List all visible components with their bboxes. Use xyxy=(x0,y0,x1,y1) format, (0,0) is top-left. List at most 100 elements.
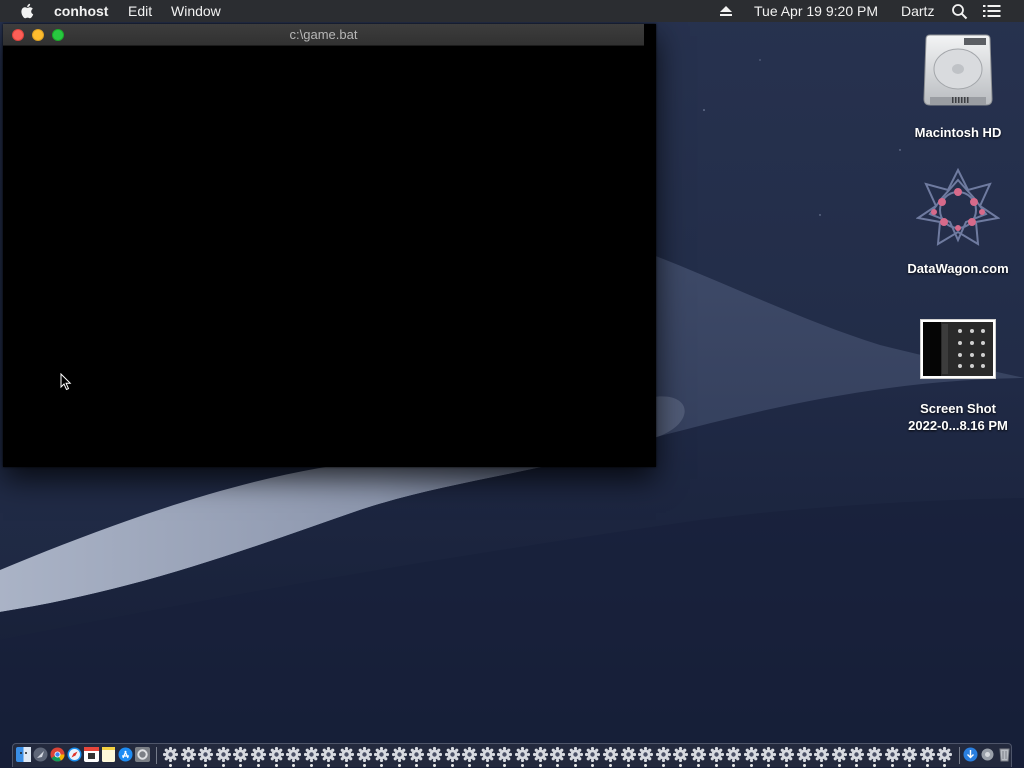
console-window-gear-icon[interactable] xyxy=(427,747,442,762)
dock-separator xyxy=(156,747,157,764)
console-window-gear-icon[interactable] xyxy=(655,747,671,762)
console-window-gear-icon[interactable] xyxy=(603,747,618,762)
window-title: c:\game.bat xyxy=(289,27,358,42)
menubar-clock[interactable]: Tue Apr 19 9:20 PM xyxy=(754,3,878,19)
console-output-area[interactable] xyxy=(3,46,656,467)
console-window-gear-icon[interactable] xyxy=(462,747,478,762)
console-window-gear-icon[interactable] xyxy=(303,747,319,762)
console-window-gear-icon[interactable] xyxy=(497,747,513,762)
finder-icon[interactable] xyxy=(16,747,31,762)
running-indicator xyxy=(292,764,296,767)
notification-center-icon[interactable] xyxy=(983,4,1001,18)
console-window-gear-icon[interactable] xyxy=(268,747,284,762)
hard-drive-icon xyxy=(923,34,993,106)
trash-icon[interactable] xyxy=(997,747,1012,762)
console-window-gear-icon[interactable] xyxy=(919,747,935,762)
console-window-gear-icon[interactable] xyxy=(779,747,794,762)
applications-icon[interactable] xyxy=(980,747,995,762)
console-window-gear-icon[interactable] xyxy=(620,747,636,762)
console-window-gear-icon[interactable] xyxy=(444,747,460,762)
console-window-gear-icon[interactable] xyxy=(198,747,214,762)
spotlight-search-icon[interactable] xyxy=(951,3,968,20)
menu-bar: conhost Edit Window Tue Apr 19 9:20 PM D… xyxy=(0,0,1024,22)
console-window-gear-icon[interactable] xyxy=(286,747,302,762)
console-window-gear-icon[interactable] xyxy=(515,747,530,762)
running-indicator xyxy=(468,764,472,767)
safari-icon[interactable] xyxy=(67,747,82,762)
console-window-gear-icon[interactable] xyxy=(479,747,495,762)
running-indicator xyxy=(679,764,683,767)
console-window-gear-icon[interactable] xyxy=(708,747,724,762)
console-window-gear-icon[interactable] xyxy=(567,747,583,762)
running-indicator xyxy=(873,764,876,767)
console-window-gear-icon[interactable] xyxy=(321,747,337,762)
app-store-icon[interactable] xyxy=(118,747,133,762)
console-window-gear-icon[interactable] xyxy=(215,747,231,762)
console-window-gear-icon[interactable] xyxy=(673,747,689,762)
menubar-user[interactable]: Dartz xyxy=(901,3,934,19)
system-preferences-icon[interactable] xyxy=(135,747,150,762)
running-indicator xyxy=(802,764,806,767)
eject-icon[interactable] xyxy=(719,4,733,18)
running-indicator xyxy=(380,764,384,767)
desktop-icon-label: Screen Shot 2022-0...8.16 PM xyxy=(908,401,1008,433)
running-indicator xyxy=(732,764,736,767)
running-indicator xyxy=(837,764,841,767)
running-indicator xyxy=(855,764,859,767)
console-window-gear-icon[interactable] xyxy=(550,747,566,762)
console-window-gear-icon[interactable] xyxy=(814,747,830,762)
running-indicator xyxy=(749,764,753,767)
console-window-gear-icon[interactable] xyxy=(884,747,900,762)
console-window-gear-icon[interactable] xyxy=(867,747,882,762)
running-indicator xyxy=(609,764,612,767)
console-window-gear-icon[interactable] xyxy=(251,747,266,762)
console-window-gear-icon[interactable] xyxy=(638,747,654,762)
menu-window[interactable]: Window xyxy=(171,3,221,19)
downloads-icon[interactable] xyxy=(963,747,978,762)
app-menu-conhost[interactable]: conhost xyxy=(54,3,108,19)
running-indicator xyxy=(239,764,243,767)
console-window-gear-icon[interactable] xyxy=(796,747,812,762)
calendar-icon[interactable] xyxy=(84,747,99,762)
console-window-gear-icon[interactable] xyxy=(761,747,777,762)
running-indicator xyxy=(573,764,577,767)
terminal-window[interactable]: c:\game.bat xyxy=(3,24,656,467)
console-window-gear-icon[interactable] xyxy=(726,747,742,762)
console-window-gear-icon[interactable] xyxy=(937,747,953,762)
console-window-gear-icon[interactable] xyxy=(831,747,847,762)
console-window-gear-icon[interactable] xyxy=(409,747,425,762)
console-window-gear-icon[interactable] xyxy=(902,747,918,762)
console-window-gear-icon[interactable] xyxy=(163,747,178,762)
running-indicator xyxy=(661,764,665,767)
console-window-gear-icon[interactable] xyxy=(585,747,601,762)
running-indicator xyxy=(362,764,366,767)
dock xyxy=(12,743,1012,767)
console-window-gear-icon[interactable] xyxy=(356,747,372,762)
apple-icon[interactable] xyxy=(20,2,36,20)
desktop-icon-label: Macintosh HD xyxy=(914,125,1002,140)
launchpad-icon[interactable] xyxy=(33,747,48,762)
running-indicator xyxy=(221,764,225,767)
running-indicator xyxy=(415,764,419,767)
console-window-gear-icon[interactable] xyxy=(180,747,196,762)
desktop-icon-screenshot[interactable]: Screen Shot 2022-0...8.16 PM xyxy=(893,318,1023,436)
running-indicator xyxy=(767,764,771,767)
window-titlebar[interactable]: c:\game.bat xyxy=(3,24,644,46)
console-window-gear-icon[interactable] xyxy=(532,747,548,762)
desktop-icon-datawagon[interactable]: DataWagon.com xyxy=(898,168,1018,280)
console-window-gear-icon[interactable] xyxy=(691,747,706,762)
menu-edit[interactable]: Edit xyxy=(128,3,152,19)
running-indicator xyxy=(556,764,560,767)
console-window-gear-icon[interactable] xyxy=(743,747,759,762)
notes-icon[interactable] xyxy=(101,747,116,762)
datawagon-logo-icon xyxy=(916,168,1000,246)
console-window-gear-icon[interactable] xyxy=(339,747,354,762)
chrome-icon[interactable] xyxy=(50,747,65,762)
console-window-gear-icon[interactable] xyxy=(849,747,865,762)
running-indicator xyxy=(714,764,718,767)
dock-separator xyxy=(959,747,960,764)
console-window-gear-icon[interactable] xyxy=(233,747,249,762)
console-window-gear-icon[interactable] xyxy=(374,747,390,762)
console-window-gear-icon[interactable] xyxy=(391,747,407,762)
desktop-icon-macintosh-hd[interactable]: Macintosh HD xyxy=(898,30,1018,145)
